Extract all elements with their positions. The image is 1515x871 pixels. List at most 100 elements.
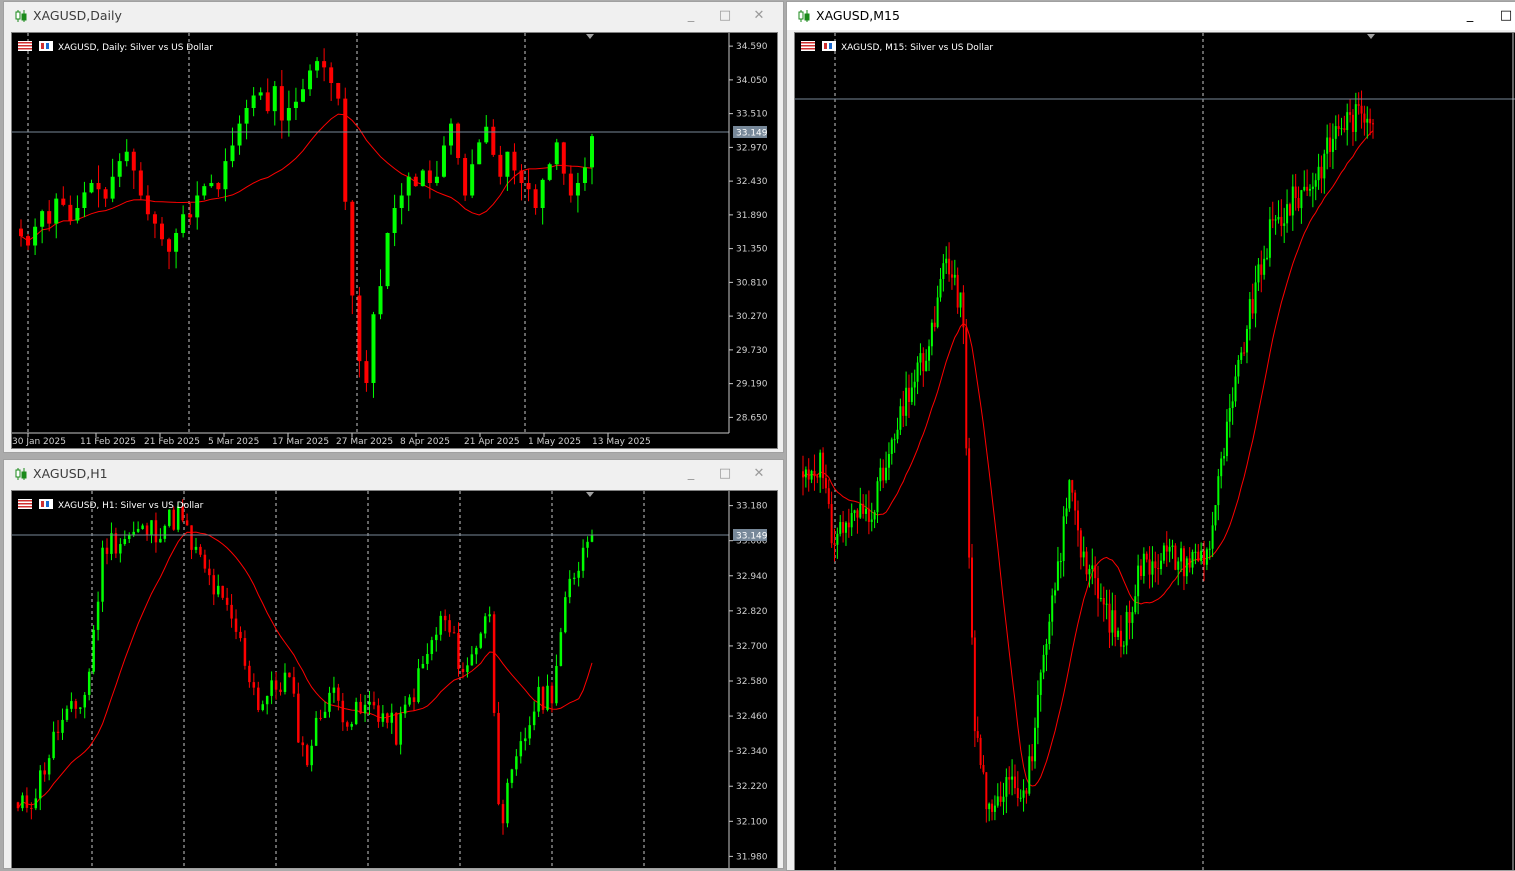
window-titlebar[interactable]: XAGUSD,Daily _ □ ✕ [4,2,783,30]
close-button[interactable]: ✕ [747,6,771,26]
candle-body [336,83,341,99]
price-level-label: 31.890 [736,211,768,221]
price-level-label: 32.940 [736,572,768,582]
daily-chart-area[interactable]: 34.590 34.050 33.510 32.970 32.430 31.890 31.3… [11,32,778,449]
candle-body [323,711,327,718]
candle-body [332,687,336,693]
candle-body [322,61,327,68]
maximize-button[interactable]: □ [1494,6,1515,26]
candle-body [1016,788,1019,798]
maximize-button[interactable]: □ [713,464,737,484]
candle-body [1257,264,1260,283]
candle-body [190,525,193,550]
candle-body [572,577,576,579]
minimize-button[interactable]: _ [679,464,703,484]
candle-body [1022,790,1025,798]
candle-body [21,795,24,809]
h1-chart-window[interactable]: XAGUSD,H1 _ □ ✕ 33.180 33.060 32.940 32.820… [3,459,784,869]
candle-body [506,782,509,824]
candle-body [1354,104,1357,132]
minimize-button[interactable]: _ [1458,6,1482,26]
candle-body [449,123,454,146]
candle-body [867,508,870,522]
candle-body [103,189,108,199]
candle-body [359,701,362,714]
candle-body [561,142,566,174]
candle-body [1274,219,1277,221]
candle-body [252,682,256,688]
candle-body [1151,561,1154,575]
candle-body [956,274,959,308]
candle-body [30,807,33,809]
candle-body [38,770,42,799]
candle-body [16,802,20,809]
m15-chart-window[interactable]: XAGUSD,M15 _ □ XAGUSD, M15: Silver vs US… [786,1,1515,871]
window-titlebar[interactable]: XAGUSD,H1 _ □ ✕ [4,460,783,488]
candle-body [1251,299,1254,314]
candle-body [368,701,371,705]
candle-body [261,704,264,710]
price-level-label: 32.430 [736,177,768,187]
chart-label-icons [18,499,53,509]
candle-body [426,654,429,664]
date-label: 30 Jan 2025 [12,437,66,447]
m15-chart-area[interactable]: XAGUSD, M15: Silver vs US Dollar [794,32,1515,870]
price-level-label: 32.220 [736,782,768,792]
window-titlebar[interactable]: XAGUSD,M15 _ □ [787,2,1515,30]
candle-body [150,520,153,535]
candle-body [292,677,296,694]
candle-body [1337,126,1340,129]
candle-body [850,513,853,528]
shift-marker[interactable] [1367,34,1375,39]
candle-body [1231,401,1234,408]
candle-body [1323,153,1326,179]
candle-body [1028,756,1031,794]
candle-body [1288,204,1291,216]
candle-body [417,668,420,702]
candle-body [110,176,115,199]
candle-body [1366,118,1369,123]
chart-label-icons [801,41,836,51]
candle-body [74,701,78,709]
candle-body [1194,551,1197,553]
candle-body [385,233,390,287]
candle-body [491,126,496,155]
chart-label: XAGUSD, H1: Silver vs US Dollar [58,501,204,511]
candle-body [399,195,404,208]
shift-marker[interactable] [586,492,594,497]
candle-body [305,745,309,766]
candle-body [1343,128,1346,131]
candle-body [448,620,451,633]
close-button[interactable]: ✕ [747,464,771,484]
candle-body [488,614,491,617]
candle-body [885,467,888,481]
candle-body [456,123,461,158]
candle-body [586,541,589,548]
candle-body [827,488,830,505]
candle-body [1271,219,1274,221]
candle-body [105,547,109,554]
minimize-button[interactable]: _ [679,6,703,26]
daily-chart-window[interactable]: XAGUSD,Daily _ □ ✕ 34.590 34.050 33.510 32.… [3,1,784,453]
candle-body [916,362,919,382]
candle-body [138,170,143,196]
h1-chart-area[interactable]: 33.180 33.060 32.940 32.820 32.700 32.580 32.4… [11,490,778,868]
candle-body [1160,560,1163,570]
candle-body [283,672,287,692]
candle-body [1114,610,1117,637]
date-label: 1 May 2025 [528,437,581,447]
candle-body [221,585,224,598]
candle-body [905,387,908,416]
candle-body [907,387,910,402]
candle-body [1234,376,1237,402]
candle-body [939,279,942,298]
candle-body [89,183,94,193]
price-level-label: 32.700 [736,642,768,652]
candle-body [265,695,269,705]
candle-body [996,796,999,806]
candle-body [970,557,973,638]
shift-marker[interactable] [586,34,594,39]
maximize-button[interactable]: □ [713,6,737,26]
candle-body [950,274,953,278]
candle-body [457,632,460,670]
